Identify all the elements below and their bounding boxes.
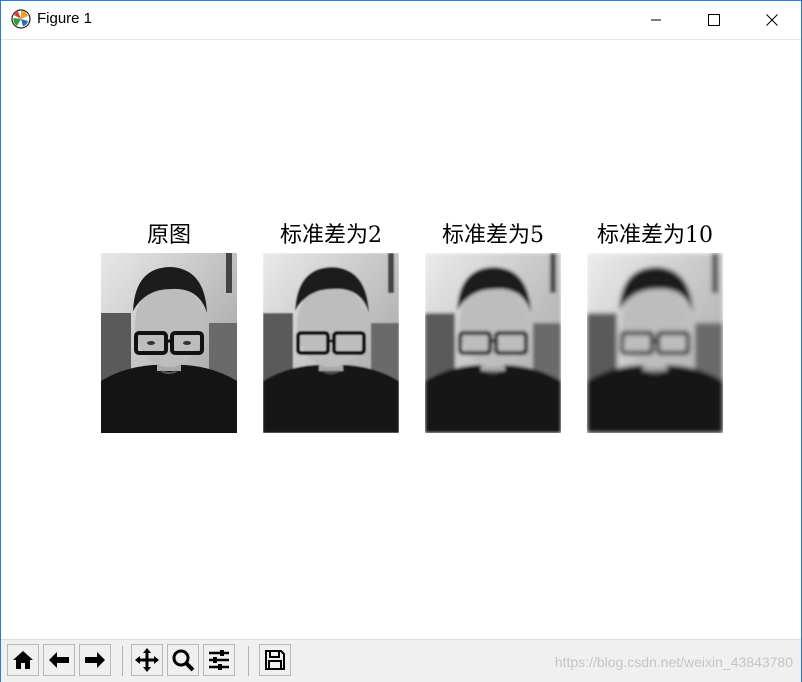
- toolbar-separator: [122, 646, 123, 676]
- zoom-icon: [172, 649, 195, 672]
- maximize-button[interactable]: [685, 1, 743, 39]
- title-bar: Figure 1: [1, 1, 801, 40]
- pan-icon: [135, 648, 159, 672]
- toolbar-separator: [248, 646, 249, 676]
- save-icon: [265, 650, 285, 670]
- face-photo-blurred-image: [587, 253, 723, 433]
- forward-button[interactable]: [79, 644, 111, 676]
- back-arrow-icon: [49, 652, 69, 668]
- minimize-icon: [651, 19, 661, 21]
- close-icon: [766, 14, 778, 26]
- figure-window: Figure 1 原图 标准差为2 标准差为5 标准差为10 https://b…: [0, 0, 802, 682]
- matplotlib-logo-icon: [11, 9, 31, 29]
- configure-subplots-icon: [209, 650, 229, 670]
- zoom-button[interactable]: [167, 644, 199, 676]
- figure-canvas: 原图 标准差为2 标准差为5 标准差为10: [1, 40, 801, 639]
- face-photo-blurred-image: [425, 253, 561, 433]
- maximize-icon: [708, 14, 720, 26]
- pan-button[interactable]: [131, 644, 163, 676]
- home-button[interactable]: [7, 644, 39, 676]
- face-photo-image: [101, 253, 237, 433]
- face-photo-blurred-image: [263, 253, 399, 433]
- back-button[interactable]: [43, 644, 75, 676]
- window-title: Figure 1: [37, 10, 93, 27]
- close-button[interactable]: [743, 1, 801, 39]
- navigation-toolbar: https://blog.csdn.net/weixin_43843780: [1, 639, 801, 682]
- configure-subplots-button[interactable]: [203, 644, 235, 676]
- subplot-title: 标准差为10: [597, 223, 713, 248]
- watermark-text: https://blog.csdn.net/weixin_43843780: [554, 654, 793, 670]
- minimize-button[interactable]: [627, 1, 685, 39]
- save-button[interactable]: [259, 644, 291, 676]
- forward-arrow-icon: [85, 652, 105, 668]
- home-icon: [13, 651, 33, 669]
